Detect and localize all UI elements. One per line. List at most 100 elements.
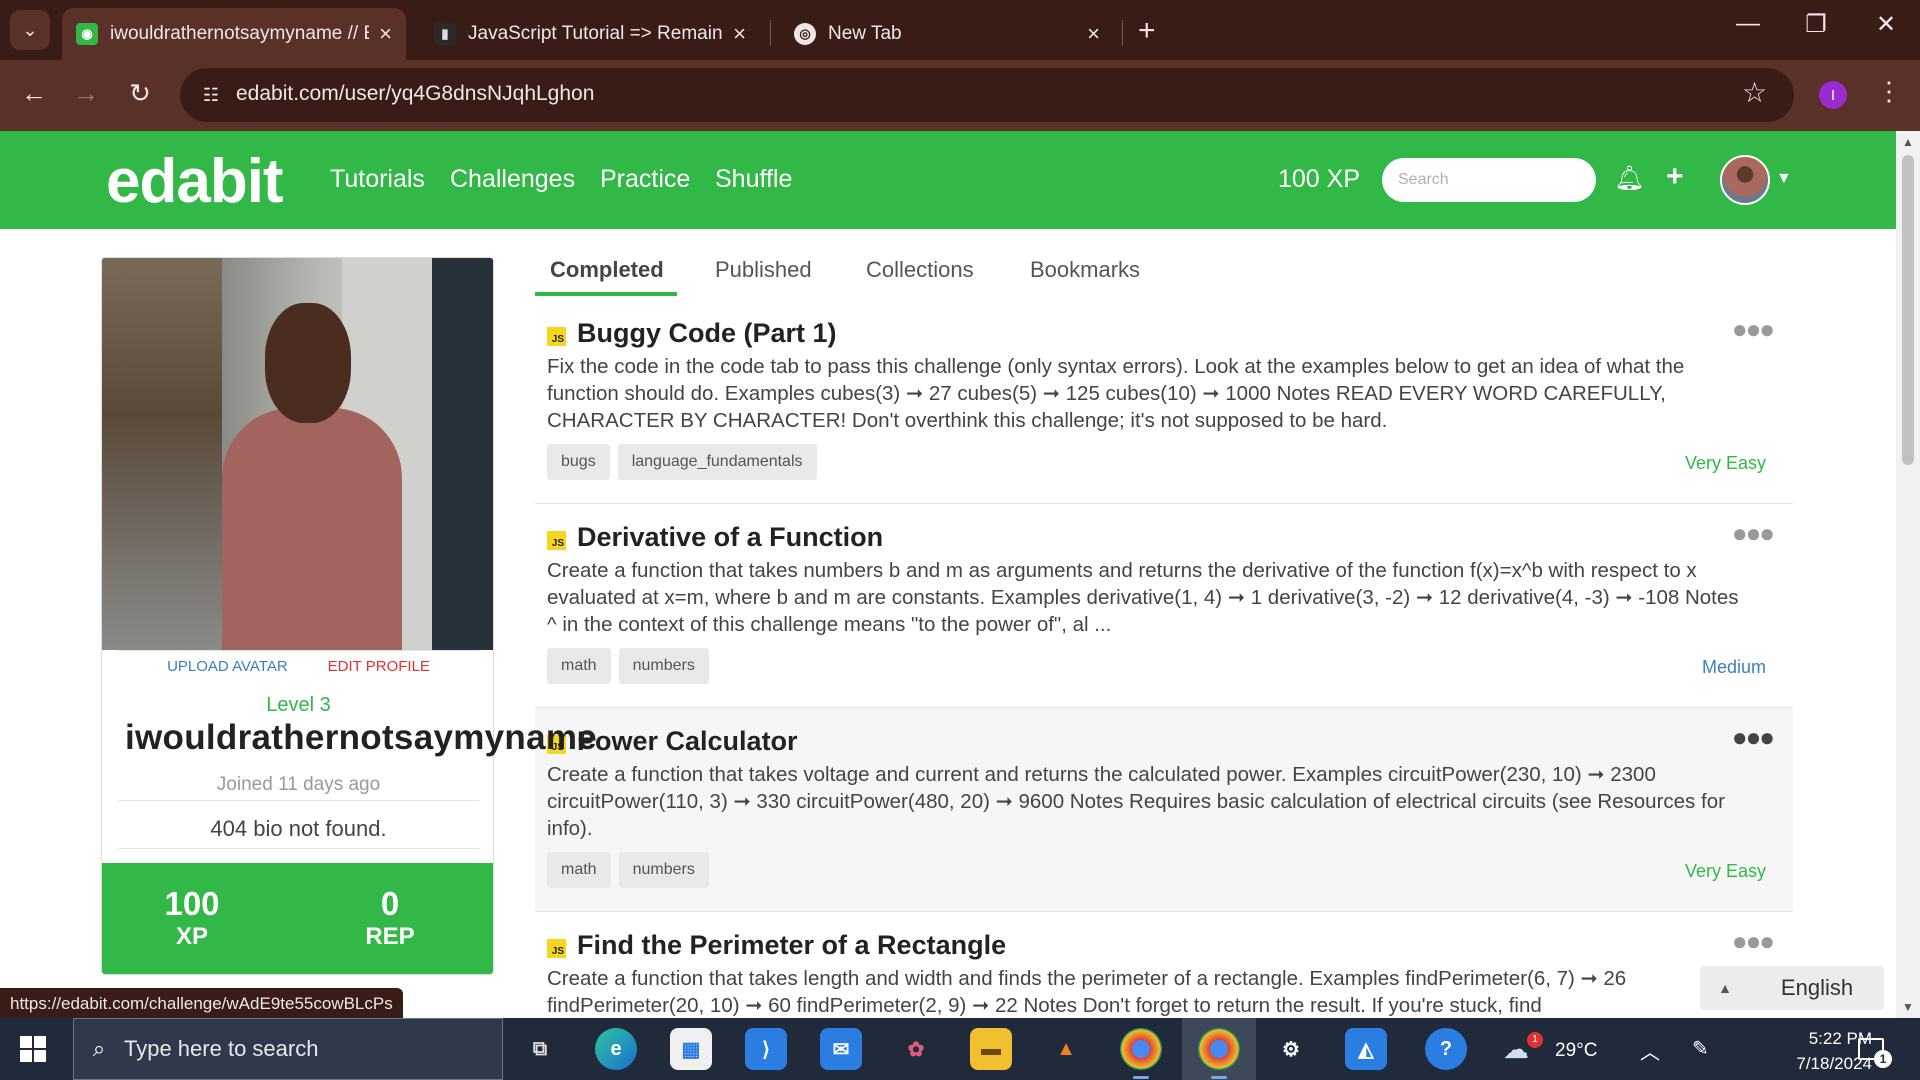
nav-shuffle[interactable]: Shuffle — [715, 165, 792, 194]
profile-card: UPLOAD AVATAR EDIT PROFILE Level 3 Joine… — [101, 257, 494, 975]
vlc-icon[interactable]: ▲ — [1045, 1028, 1087, 1070]
tab-bookmarks[interactable]: Bookmarks — [1030, 257, 1140, 283]
tag[interactable]: bugs — [547, 444, 610, 480]
browser-tab-new-tab[interactable]: ◎ New Tab × — [780, 8, 1114, 60]
close-tab-icon[interactable]: × — [1087, 21, 1100, 47]
scroll-up-arrow-icon[interactable]: ▲ — [1896, 135, 1920, 149]
upload-avatar-link[interactable]: UPLOAD AVATAR — [167, 658, 288, 675]
weather-cloud-icon[interactable]: ☁ — [1503, 1034, 1529, 1065]
close-tab-icon[interactable]: × — [733, 21, 746, 47]
edit-profile-link[interactable]: EDIT PROFILE — [328, 658, 430, 675]
chrome-icon[interactable] — [1120, 1028, 1162, 1070]
challenge-card[interactable]: JS Buggy Code (Part 1) ●●● Fix the code … — [535, 300, 1793, 504]
task-view-icon[interactable]: ⧉ — [519, 1028, 561, 1070]
challenge-description: Create a function that takes length and … — [547, 967, 1627, 1017]
rep-value: 0 — [380, 885, 400, 922]
nav-challenges[interactable]: Challenges — [450, 165, 575, 194]
microsoft-store-icon[interactable]: ▦ — [670, 1028, 712, 1070]
taskbar-search-box[interactable]: ⌕ Type here to search — [73, 1018, 503, 1080]
more-options-icon[interactable]: ●●● — [1732, 926, 1775, 957]
browser-tab-edabit[interactable]: ◉ iwouldrathernotsaymyname // E × — [62, 8, 406, 60]
challenge-title[interactable]: Power Calculator — [577, 726, 798, 757]
create-plus-icon[interactable]: + — [1666, 160, 1684, 194]
close-tab-icon[interactable]: × — [379, 21, 392, 47]
help-icon[interactable]: ? — [1425, 1028, 1467, 1070]
challenge-title[interactable]: Buggy Code (Part 1) — [577, 318, 837, 349]
chrome-profile-icon[interactable] — [1198, 1028, 1240, 1070]
file-explorer-icon[interactable]: ▬ — [970, 1028, 1012, 1070]
tag[interactable]: numbers — [618, 648, 709, 684]
tab-separator — [770, 20, 771, 46]
scrollbar-thumb[interactable] — [1902, 155, 1914, 465]
taskbar-clock[interactable]: 5:22 PM 7/18/2024 — [1752, 1026, 1872, 1076]
chevron-down-icon[interactable]: ▼ — [1776, 170, 1792, 188]
language-selector[interactable]: ▲ English — [1700, 966, 1884, 1010]
photo-background-wall — [102, 258, 222, 650]
tab-collections[interactable]: Collections — [866, 257, 974, 283]
photos-icon[interactable]: ◭ — [1345, 1028, 1387, 1070]
notifications-bell-icon[interactable]: 🔔︎ — [1614, 164, 1644, 193]
edge-icon[interactable]: e — [595, 1028, 637, 1070]
site-info-icon[interactable]: ☷ — [196, 80, 226, 110]
browser-menu-icon[interactable]: ⋮ — [1876, 76, 1902, 107]
windows-start-icon[interactable] — [20, 1036, 46, 1062]
challenge-description: Create a function that takes numbers b a… — [547, 559, 1739, 636]
more-options-icon[interactable]: ●●● — [1732, 722, 1775, 753]
tutorial-favicon-icon: ▮ — [434, 23, 456, 45]
forward-arrow-icon[interactable]: → — [66, 78, 106, 109]
tag[interactable]: numbers — [618, 852, 709, 888]
challenge-title[interactable]: Find the Perimeter of a Rectangle — [577, 930, 1006, 961]
paint-icon[interactable]: ✿ — [895, 1028, 937, 1070]
tab-search-chevron-icon[interactable]: ⌄ — [10, 10, 50, 50]
link-status-bar: https://edabit.com/challenge/wAdE9te55co… — [0, 988, 403, 1020]
nav-practice[interactable]: Practice — [600, 165, 690, 194]
vscode-icon[interactable]: ⟩ — [745, 1028, 787, 1070]
challenge-card[interactable]: JS Find the Perimeter of a Rectangle ●●●… — [535, 912, 1793, 1018]
tag[interactable]: math — [547, 852, 611, 888]
language-label: English — [1780, 975, 1854, 1000]
page-scrollbar[interactable]: ▲ ▼ — [1896, 131, 1920, 1018]
js-badge-icon: JS — [547, 939, 566, 958]
xp-label: XP — [175, 923, 208, 950]
header-search-input[interactable] — [1382, 158, 1596, 202]
tag[interactable]: language_fundamentals — [617, 444, 817, 480]
pen-icon[interactable]: ✎ — [1692, 1036, 1709, 1061]
divider — [118, 848, 479, 849]
mail-icon[interactable]: ✉ — [820, 1028, 862, 1070]
tab-completed[interactable]: Completed — [550, 257, 664, 283]
browser-tab-js-tutorial[interactable]: ▮ JavaScript Tutorial => Remaind × — [420, 8, 760, 60]
new-tab-plus-icon[interactable]: + — [1138, 14, 1156, 48]
settings-gear-icon[interactable]: ⚙ — [1270, 1028, 1312, 1070]
profile-level: Level 3 — [266, 694, 331, 716]
edabit-logo[interactable]: edabit — [106, 146, 284, 217]
weather-temperature[interactable]: 29°C — [1555, 1040, 1597, 1062]
user-avatar[interactable] — [1720, 155, 1770, 205]
difficulty-label: Medium — [1701, 657, 1766, 677]
scroll-down-arrow-icon[interactable]: ▼ — [1896, 1000, 1920, 1014]
browser-profile-avatar[interactable]: I — [1819, 81, 1847, 109]
tag[interactable]: math — [547, 648, 611, 684]
nav-tutorials[interactable]: Tutorials — [330, 165, 425, 194]
minimize-icon[interactable]: — — [1728, 10, 1768, 38]
url-text[interactable]: edabit.com/user/yq4G8dnsNJqhLghon — [236, 82, 594, 106]
js-badge-icon: JS — [547, 531, 566, 550]
more-options-icon[interactable]: ●●● — [1732, 518, 1775, 549]
challenge-card[interactable]: JS Power Calculator ●●● Create a functio… — [535, 708, 1793, 912]
tab-published[interactable]: Published — [715, 257, 812, 283]
tab-title: New Tab — [828, 23, 902, 44]
bookmark-star-icon[interactable]: ☆ — [1742, 76, 1767, 109]
close-window-icon[interactable]: ✕ — [1866, 10, 1906, 39]
tab-separator — [1122, 20, 1123, 46]
running-indicator — [1211, 1076, 1227, 1079]
edabit-favicon-icon: ◉ — [76, 23, 98, 45]
challenge-card[interactable]: JS Derivative of a Function ●●● Create a… — [535, 504, 1793, 708]
reload-icon[interactable]: ↻ — [120, 78, 160, 109]
site-header — [0, 131, 1896, 229]
tab-title: JavaScript Tutorial => Remaind — [468, 23, 724, 44]
challenge-description: Fix the code in the code tab to pass thi… — [547, 355, 1685, 432]
restore-icon[interactable]: ❐ — [1796, 10, 1836, 39]
back-arrow-icon[interactable]: ← — [14, 78, 54, 109]
challenge-title[interactable]: Derivative of a Function — [577, 522, 883, 553]
show-hidden-icons-chevron-icon[interactable]: ︿ — [1640, 1036, 1660, 1065]
more-options-icon[interactable]: ●●● — [1732, 314, 1775, 345]
